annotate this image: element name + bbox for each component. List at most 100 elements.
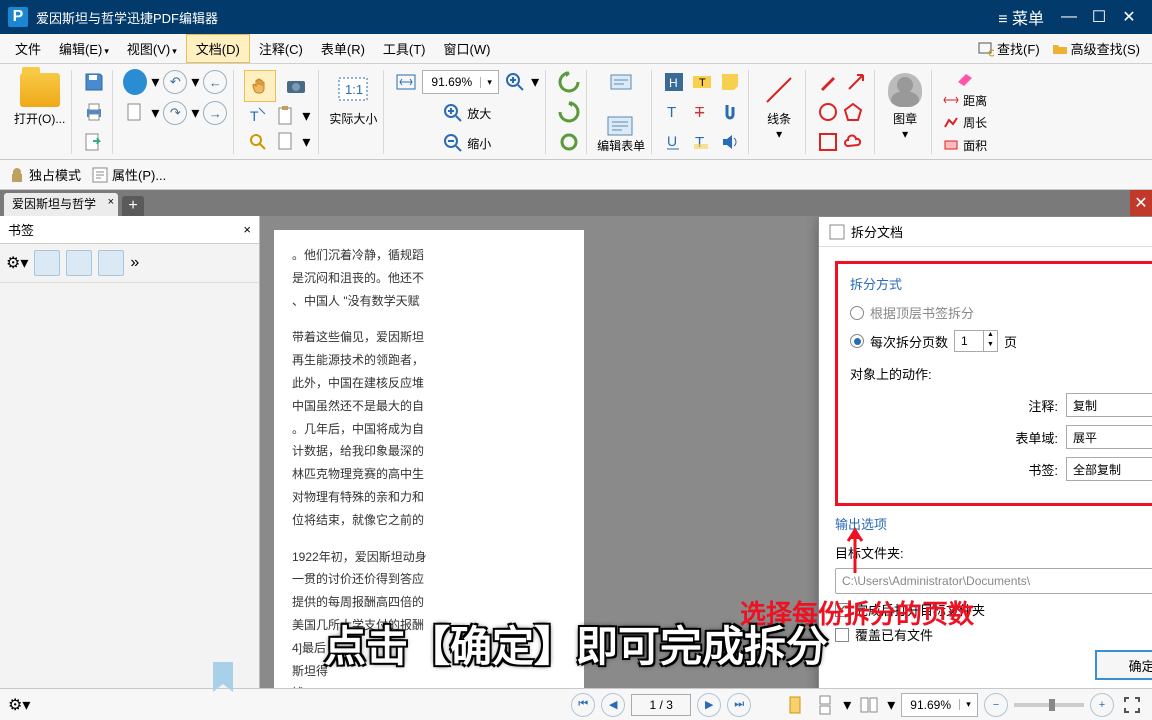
menu-view[interactable]: 视图(V)▾ — [118, 35, 186, 62]
find-tool-icon[interactable] — [246, 130, 270, 154]
pencil-icon[interactable] — [816, 70, 840, 94]
open-button[interactable]: 打开(O)... — [14, 70, 65, 127]
bookmark-tool-1[interactable] — [34, 250, 60, 276]
form-text-icon[interactable] — [609, 70, 633, 94]
tab-close-icon[interactable]: × — [108, 196, 114, 208]
clipboard-icon[interactable] — [274, 104, 298, 128]
zoom-combo[interactable]: 91.69%▾ — [422, 70, 499, 94]
edit-form-button[interactable]: 编辑表单 — [597, 115, 645, 154]
spin-down[interactable]: ▼ — [983, 341, 997, 351]
page-icon[interactable] — [123, 101, 147, 125]
document-tab[interactable]: 爱因斯坦与哲学 × — [4, 193, 118, 216]
menu-button[interactable]: ≡ 菜单 — [998, 5, 1044, 29]
rect-shape-icon[interactable] — [819, 133, 837, 151]
radio-by-pages[interactable]: 每次拆分页数 1 ▲▼ 页 — [850, 330, 1152, 352]
menu-file[interactable]: 文件 — [6, 35, 50, 62]
sidebar-close-icon[interactable]: × — [243, 222, 251, 237]
fullscreen-icon[interactable] — [1120, 693, 1144, 717]
actual-size-button[interactable]: 1:1 实际大小 — [329, 70, 377, 127]
prev-page-button[interactable]: ◀ — [601, 693, 625, 717]
layout-facing-icon[interactable] — [857, 693, 881, 717]
attach-icon[interactable] — [718, 100, 742, 124]
stamp-button[interactable]: 图章▾ — [885, 70, 925, 141]
bookmark-tool-3[interactable] — [98, 250, 124, 276]
expand-icon[interactable]: » — [130, 254, 139, 272]
cloud-shape-icon[interactable] — [841, 130, 865, 154]
rotate-icon[interactable] — [556, 130, 580, 154]
zoom-slider[interactable] — [1014, 703, 1084, 707]
back-button[interactable]: ← — [203, 70, 227, 94]
bookmark-combo[interactable]: 全部复制 — [1066, 457, 1152, 481]
arrow-shape-icon[interactable] — [844, 70, 868, 94]
perimeter-button[interactable]: 周长 — [942, 114, 987, 131]
polygon-icon[interactable] — [841, 100, 865, 124]
next-page-button[interactable]: ▶ — [697, 693, 721, 717]
text-select-icon[interactable]: T — [246, 104, 270, 128]
annot-combo[interactable]: 复制 — [1066, 393, 1152, 417]
eraser-button[interactable] — [955, 70, 975, 86]
text-edit-icon[interactable]: T — [662, 100, 686, 124]
gear-icon[interactable]: ⚙▾ — [8, 695, 30, 715]
cloud-icon[interactable] — [123, 70, 147, 94]
l7: 中国虽然还不是最大的自 — [292, 395, 566, 418]
strike-icon[interactable]: T — [690, 100, 714, 124]
close-panel-button[interactable]: ✕ — [1130, 190, 1152, 216]
layout-cont-icon[interactable] — [813, 693, 837, 717]
zoom-out-btn[interactable]: − — [984, 693, 1008, 717]
menu-form[interactable]: 表单(R) — [312, 35, 374, 62]
sound-icon[interactable] — [718, 130, 742, 154]
bottom-zoom-combo[interactable]: 91.69%▾ — [901, 693, 978, 717]
menu-edit[interactable]: 编辑(E)▾ — [50, 35, 118, 62]
save-icon[interactable] — [82, 70, 106, 94]
pages-input[interactable]: 1 ▲▼ — [954, 330, 998, 352]
underline-icon[interactable]: U — [662, 130, 686, 154]
circle-shape-icon[interactable] — [819, 103, 837, 121]
svg-text:H: H — [669, 76, 678, 90]
find-button[interactable]: 查找(F) — [978, 39, 1040, 58]
sidebar-gear-icon[interactable]: ⚙▾ — [6, 253, 28, 273]
maximize-button[interactable]: ☐ — [1084, 6, 1114, 28]
bookmark-tool-2[interactable] — [66, 250, 92, 276]
page-number-input[interactable]: 1 / 3 — [631, 694, 691, 716]
formfield-combo[interactable]: 展平 — [1066, 425, 1152, 449]
properties-icon — [91, 166, 109, 184]
undo-button[interactable]: ↶ — [163, 70, 187, 94]
zoom-out-button[interactable]: 缩小 — [442, 132, 491, 154]
zoom-in-button[interactable]: 放大 — [442, 102, 491, 124]
lines-button[interactable]: 线条▾ — [759, 70, 799, 141]
forward-button[interactable]: → — [203, 101, 227, 125]
area-button[interactable]: 面积 — [942, 137, 987, 154]
text-box-icon[interactable]: T — [690, 70, 714, 94]
last-page-button[interactable]: ⏭ — [727, 693, 751, 717]
hand-tool[interactable] — [244, 70, 276, 102]
dest-path-input[interactable]: C:\Users\Administrator\Documents\ — [835, 568, 1152, 594]
distance-button[interactable]: 距离 — [942, 92, 987, 109]
exclusive-mode-button[interactable]: 独占模式 — [8, 165, 81, 184]
radio-by-bookmark[interactable]: 根据顶层书签拆分 — [850, 303, 1152, 322]
redo-button[interactable]: ↷ — [163, 101, 187, 125]
layout-single-icon[interactable] — [783, 693, 807, 717]
zoom-in-btn[interactable]: + — [1090, 693, 1114, 717]
close-button[interactable]: ✕ — [1114, 6, 1144, 28]
print-icon[interactable] — [82, 100, 106, 124]
heading-icon[interactable]: H — [662, 70, 686, 94]
minimize-button[interactable]: — — [1054, 6, 1084, 28]
new-tab-button[interactable]: + — [122, 196, 144, 216]
menu-comment[interactable]: 注释(C) — [250, 35, 312, 62]
properties-button[interactable]: 属性(P)... — [91, 165, 166, 184]
rotate-right-icon[interactable] — [556, 100, 580, 124]
page-tool-icon[interactable] — [274, 130, 298, 154]
camera-icon[interactable] — [280, 70, 312, 102]
note-icon[interactable] — [718, 70, 742, 94]
spin-up[interactable]: ▲ — [983, 331, 997, 341]
highlight-icon[interactable]: T — [690, 130, 714, 154]
first-page-button[interactable]: ⏮ — [571, 693, 595, 717]
advanced-find-button[interactable]: 高级查找(S) — [1052, 39, 1140, 58]
export-icon[interactable] — [82, 130, 106, 154]
rotate-left-icon[interactable] — [556, 70, 580, 94]
menu-tool[interactable]: 工具(T) — [374, 35, 435, 62]
menu-document[interactable]: 文档(D) — [186, 34, 250, 63]
menu-window[interactable]: 窗口(W) — [435, 35, 500, 62]
fit-width-icon[interactable] — [394, 70, 418, 94]
zoom-plus-icon[interactable] — [503, 70, 527, 94]
